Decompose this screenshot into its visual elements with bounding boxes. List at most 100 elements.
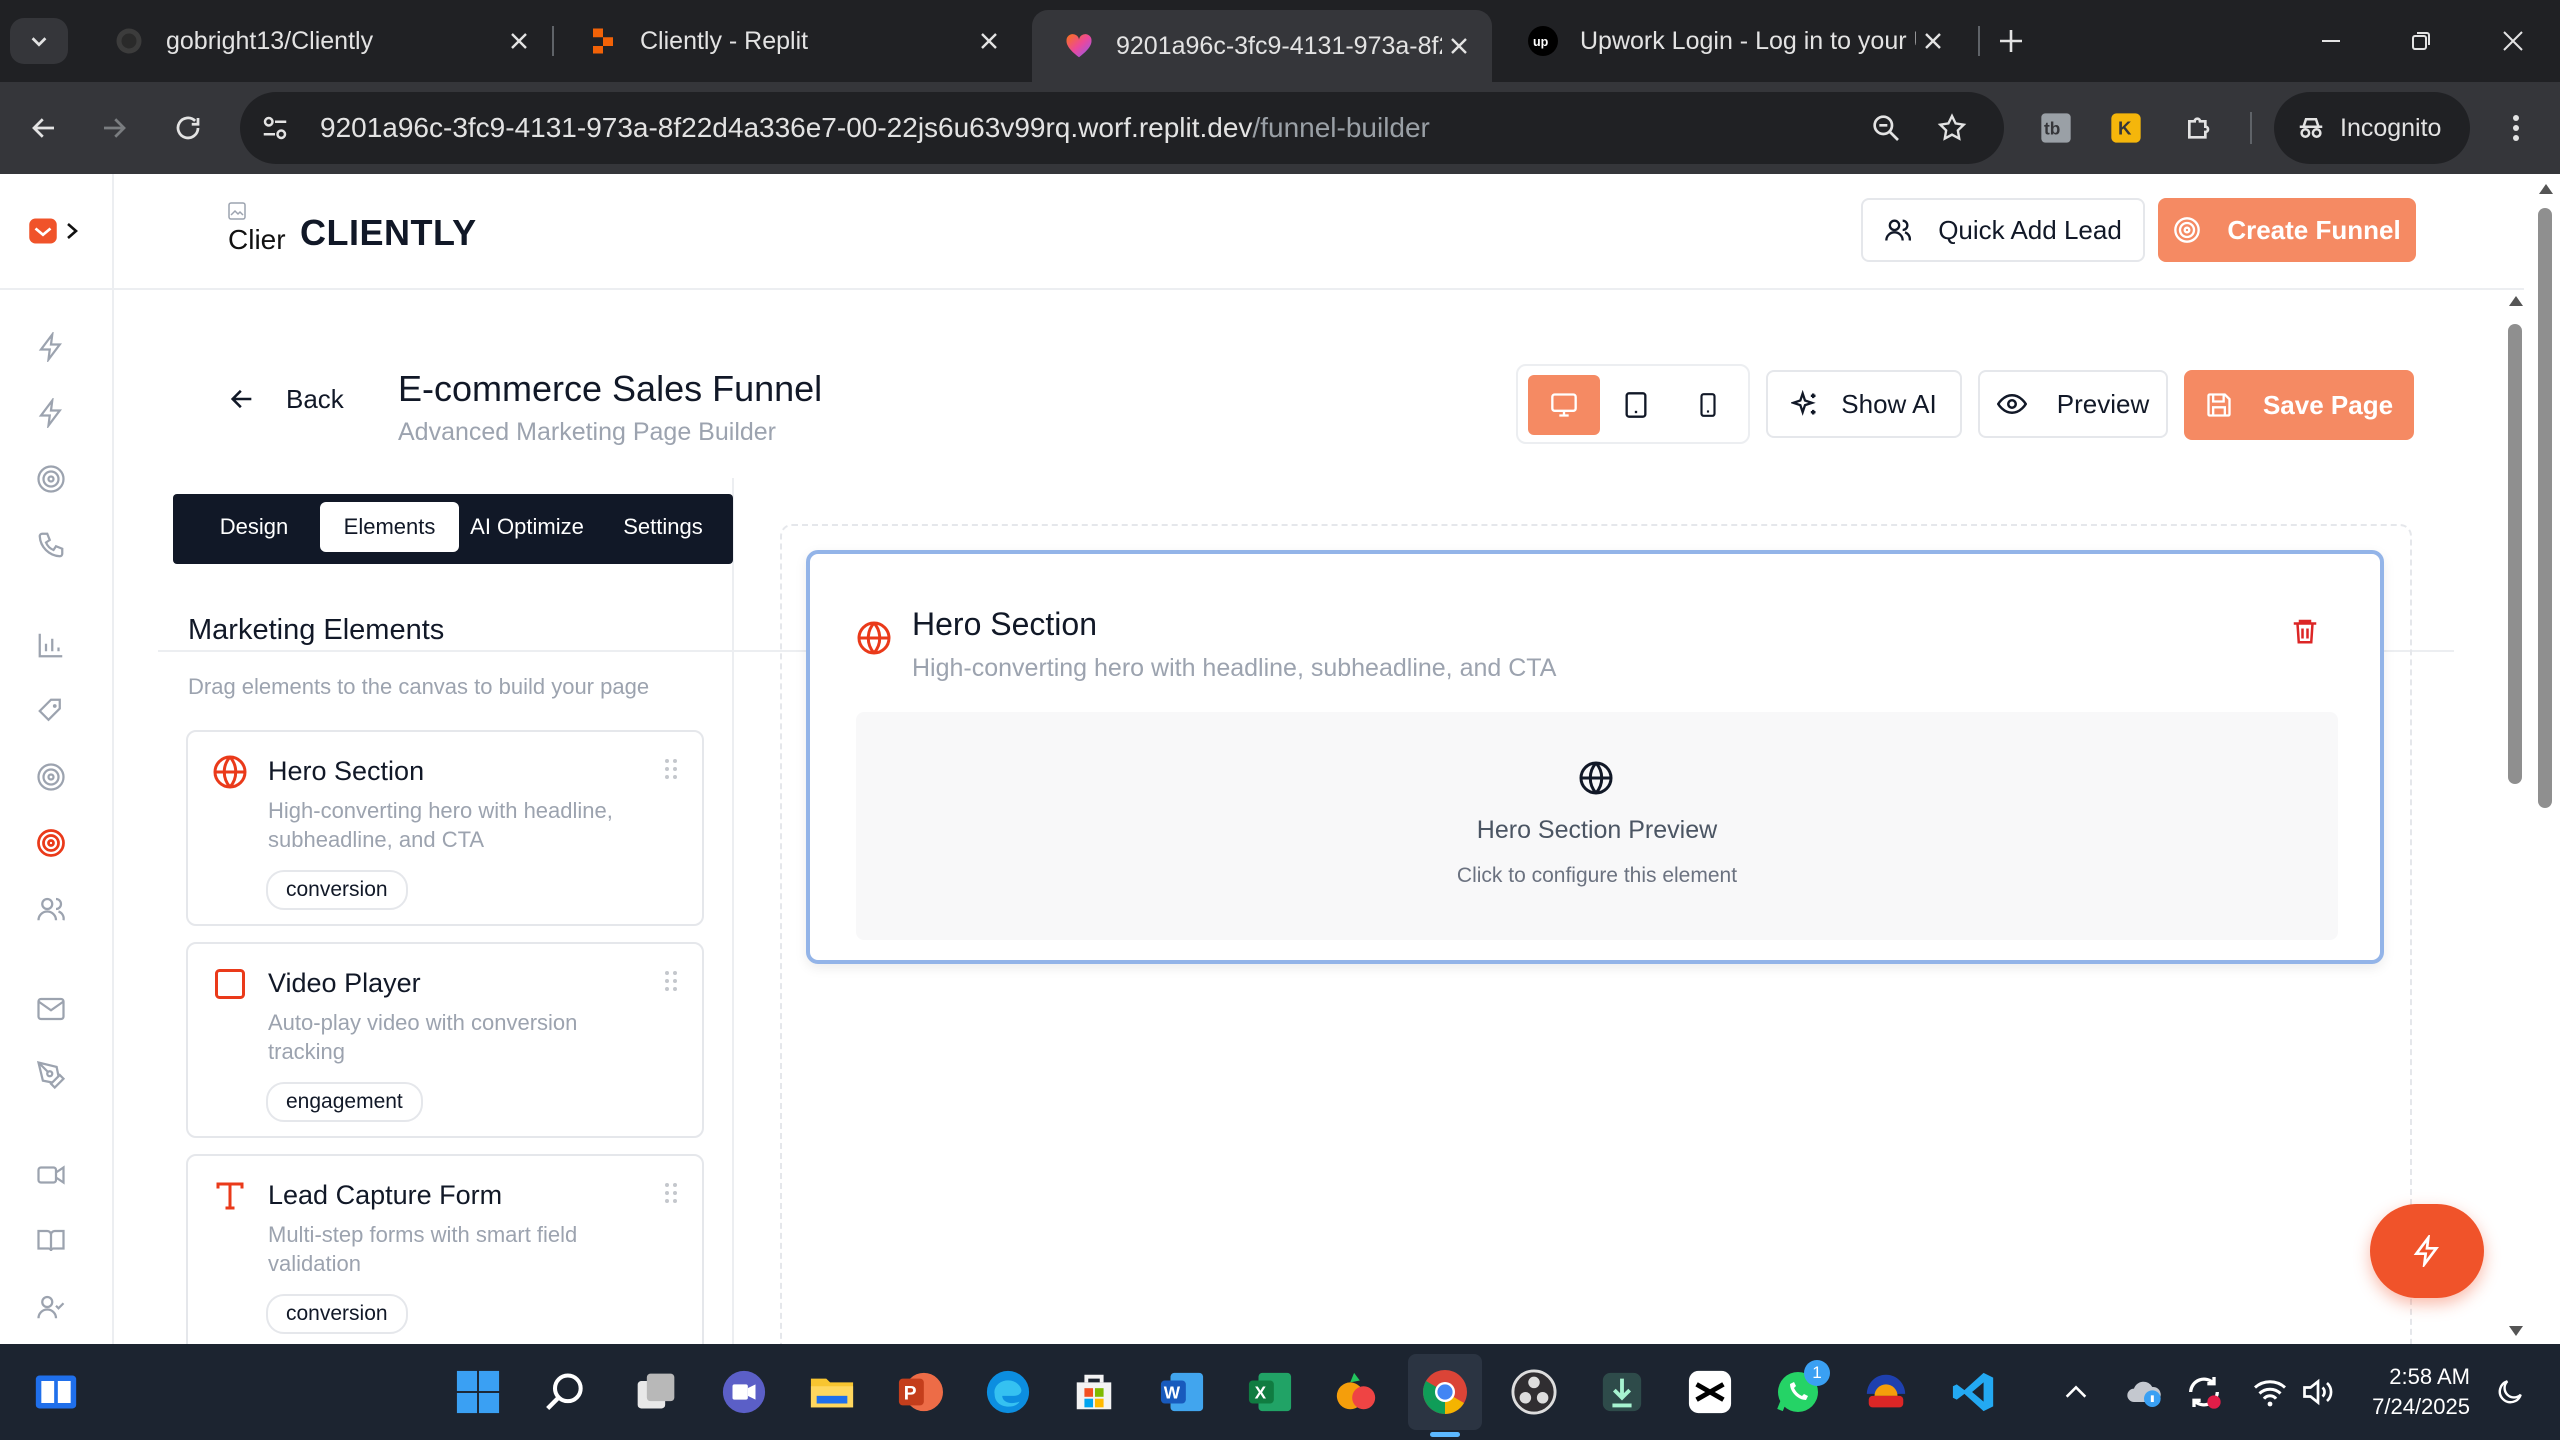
extension-tb[interactable]: tb	[2032, 104, 2080, 152]
tab-elements[interactable]: Elements	[320, 502, 459, 552]
url-text[interactable]: 9201a96c-3fc9-4131-973a-8f22d4a336e7-00-…	[320, 112, 1430, 144]
word-button[interactable]: W	[1156, 1366, 1208, 1418]
obs-button[interactable]	[1508, 1366, 1560, 1418]
sidebar-book[interactable]	[34, 1224, 68, 1258]
save-icon	[2207, 393, 2231, 417]
extensions-button[interactable]	[2176, 104, 2224, 152]
task-view-button[interactable]	[630, 1366, 682, 1418]
scroll-thumb[interactable]	[2508, 324, 2522, 784]
close-icon[interactable]	[972, 24, 1006, 58]
arrow-right-icon	[104, 118, 126, 138]
extension-k[interactable]: K	[2102, 104, 2150, 152]
tray-overflow-button[interactable]	[2050, 1366, 2102, 1418]
drag-handle-icon[interactable]	[664, 1182, 678, 1204]
omnibox[interactable]: 9201a96c-3fc9-4131-973a-8f22d4a336e7-00-…	[240, 92, 2004, 164]
show-ai-button[interactable]: Show AI	[1766, 370, 1962, 438]
sidebar-zap-2[interactable]	[34, 396, 68, 430]
site-info-icon[interactable]	[260, 113, 290, 143]
element-card-video[interactable]: Video Player Auto-play video with conver…	[186, 942, 704, 1138]
incognito-indicator[interactable]: Incognito	[2274, 92, 2470, 164]
preview-button[interactable]: Preview	[1978, 370, 2168, 438]
sidebar-tags[interactable]	[34, 694, 68, 728]
onedrive-tray[interactable]	[2118, 1366, 2170, 1418]
zoom-icon[interactable]	[1870, 112, 1902, 144]
svg-text:K: K	[2118, 118, 2132, 139]
tab-search-button[interactable]	[10, 18, 68, 64]
tab-design[interactable]: Design	[189, 502, 319, 552]
scroll-thumb[interactable]	[2538, 208, 2552, 808]
minimize-button[interactable]	[2308, 18, 2354, 64]
close-icon[interactable]	[1916, 24, 1950, 58]
browser-menu-button[interactable]	[2492, 104, 2540, 152]
browser-tab-github[interactable]: gobright13/Cliently	[82, 10, 552, 72]
store-button[interactable]	[1068, 1366, 1120, 1418]
clock[interactable]: 2:58 AM 7/24/2025	[2340, 1362, 2470, 1422]
floating-action-button[interactable]	[2370, 1204, 2484, 1298]
sidebar-target-2[interactable]	[34, 760, 68, 794]
reload-button[interactable]	[164, 104, 212, 152]
sidebar-users[interactable]	[34, 892, 68, 926]
back-button[interactable]: Back	[212, 370, 358, 428]
fruit-app-button[interactable]	[1330, 1366, 1382, 1418]
element-card-hero[interactable]: Hero Section High-converting hero with h…	[186, 730, 704, 926]
edge-button[interactable]	[982, 1366, 1034, 1418]
sidebar-phone[interactable]	[34, 528, 68, 562]
browser-tab-replit[interactable]: Cliently - Replit	[556, 10, 1022, 72]
sidebar-target-1[interactable]	[34, 462, 68, 496]
capcut-button[interactable]	[1684, 1366, 1736, 1418]
tab-settings[interactable]: Settings	[595, 502, 731, 552]
sync-tray[interactable]	[2178, 1366, 2230, 1418]
browser-tab-active[interactable]: 9201a96c-3fc9-4131-973a-8f22	[1032, 10, 1492, 82]
browser-tab-upwork[interactable]: up Upwork Login - Log in to your U	[1496, 10, 1966, 72]
sidebar-pen[interactable]	[34, 1058, 68, 1092]
night-mode-tray[interactable]	[2484, 1366, 2536, 1418]
volume-tray[interactable]	[2292, 1366, 2344, 1418]
sidebar-zap-1[interactable]	[34, 330, 68, 364]
powerpoint-button[interactable]: P	[894, 1366, 946, 1418]
sidebar-analytics[interactable]	[34, 628, 68, 662]
vscode-button[interactable]	[1948, 1366, 2000, 1418]
forward-nav-button[interactable]	[90, 104, 138, 152]
save-page-button[interactable]: Save Page	[2184, 370, 2414, 440]
file-explorer-button[interactable]	[806, 1366, 858, 1418]
restore-button[interactable]	[2398, 18, 2444, 64]
new-tab-button[interactable]	[1988, 18, 2034, 64]
element-card-lead-form[interactable]: Lead Capture Form Multi-step forms with …	[186, 1154, 704, 1344]
desktop-view-button[interactable]	[1528, 375, 1600, 435]
whatsapp-badge: 1	[1804, 1360, 1830, 1386]
quick-add-lead-button[interactable]: Quick Add Lead	[1861, 198, 2145, 262]
mobile-view-button[interactable]	[1678, 375, 1738, 435]
close-icon[interactable]	[1442, 29, 1476, 63]
drag-handle-icon[interactable]	[664, 758, 678, 780]
svg-text:X: X	[1255, 1383, 1267, 1403]
hero-preview-box[interactable]: Hero Section Preview Click to configure …	[856, 712, 2338, 940]
incognito-label: Incognito	[2340, 113, 2442, 142]
sidebar-toggle[interactable]	[28, 216, 80, 246]
close-window-button[interactable]	[2490, 18, 2536, 64]
widgets-button[interactable]	[30, 1366, 82, 1418]
back-nav-button[interactable]	[20, 104, 68, 152]
sidebar-user-check[interactable]	[34, 1290, 68, 1324]
page-scrollbar[interactable]	[2530, 174, 2560, 1344]
chrome-button[interactable]	[1419, 1366, 1471, 1418]
sidebar-funnels-active[interactable]	[34, 826, 68, 860]
create-funnel-button[interactable]: Create Funnel	[2158, 198, 2416, 262]
drag-handle-icon[interactable]	[664, 970, 678, 992]
sidebar-mail[interactable]	[34, 992, 68, 1026]
vpn-button[interactable]	[1860, 1366, 1912, 1418]
zap-icon	[38, 332, 62, 362]
tablet-view-button[interactable]	[1606, 375, 1666, 435]
trash-icon[interactable]	[2290, 616, 2320, 646]
teams-button[interactable]	[718, 1366, 770, 1418]
sidebar-video[interactable]	[34, 1158, 68, 1192]
search-taskbar-button[interactable]	[540, 1366, 592, 1418]
star-icon[interactable]	[1936, 112, 1968, 144]
wifi-tray[interactable]	[2244, 1366, 2296, 1418]
tab-ai-optimize[interactable]: AI Optimize	[459, 502, 595, 552]
content-scrollbar[interactable]	[2500, 294, 2530, 1344]
start-button[interactable]	[452, 1366, 504, 1418]
app-download-button[interactable]	[1596, 1366, 1648, 1418]
close-icon[interactable]	[502, 24, 536, 58]
excel-button[interactable]: X	[1244, 1366, 1296, 1418]
canvas-hero-section[interactable]: Hero Section High-converting hero with h…	[806, 550, 2384, 964]
